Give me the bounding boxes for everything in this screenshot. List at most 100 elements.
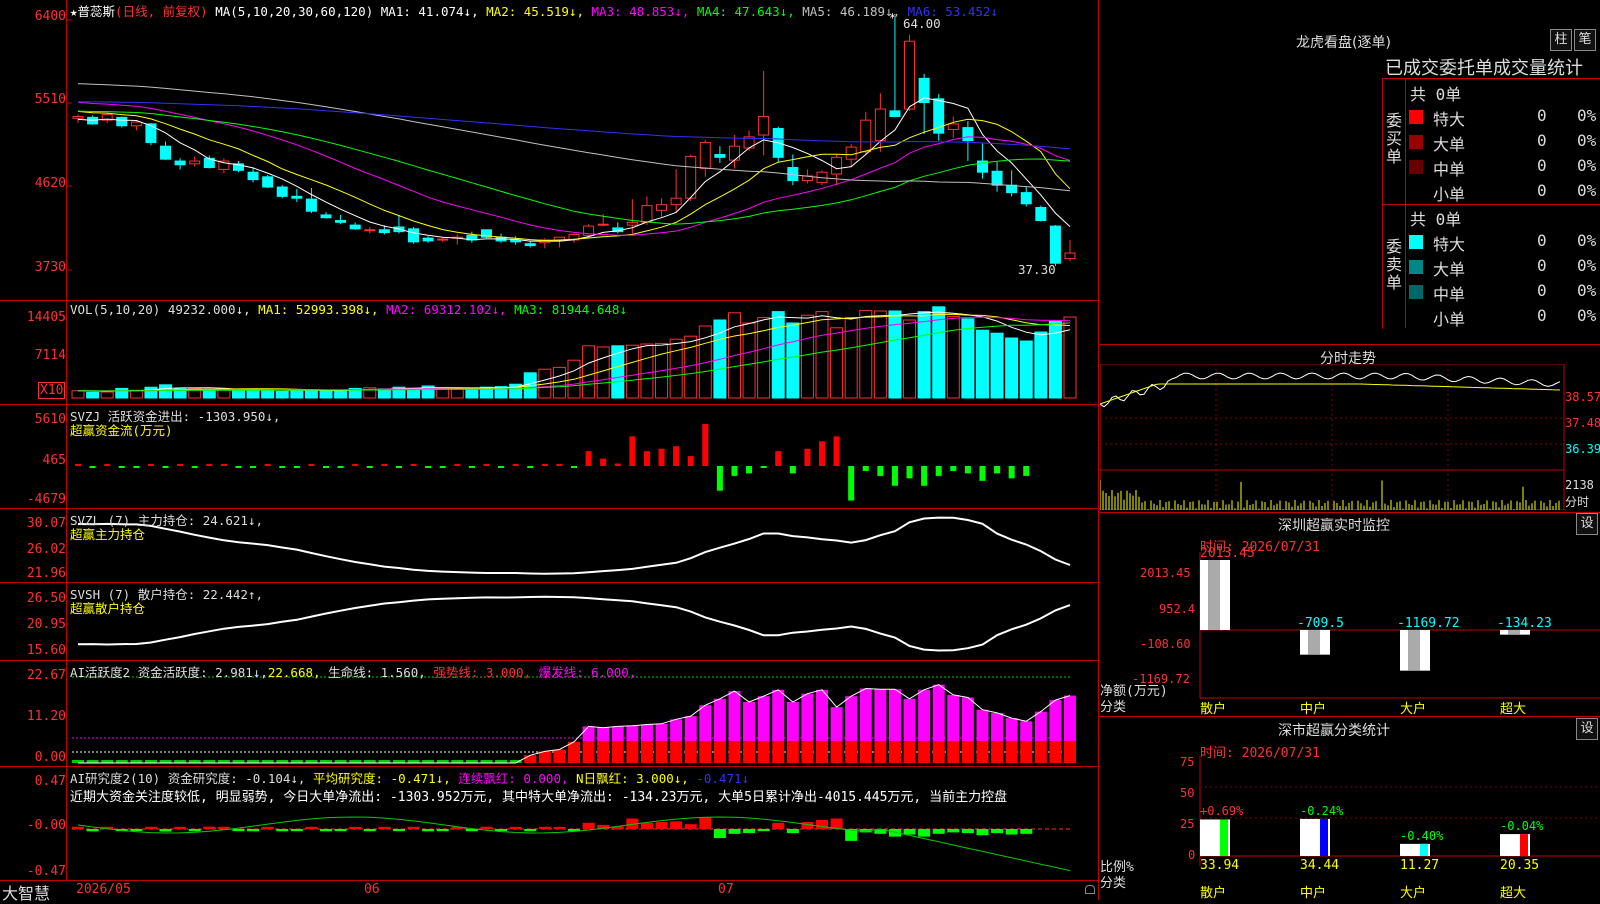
svzl-tick: 26.02 <box>26 542 66 557</box>
huoyue-bar <box>932 684 945 741</box>
svzj-bar <box>891 466 898 486</box>
volume-bar <box>786 322 800 399</box>
bar-mode-button[interactable]: 柱 <box>1550 29 1572 51</box>
sz-bar-value: -1169.72 <box>1397 616 1460 631</box>
yanjiu-bar <box>86 829 99 832</box>
fenshi-tick: 36.39 <box>1565 442 1600 456</box>
svzj-bar <box>323 466 329 468</box>
order-row-name: 小单 <box>1433 185 1466 204</box>
yanjiu-bar <box>261 826 274 829</box>
huoyue-bar <box>743 702 756 741</box>
svzj-bar <box>804 448 811 466</box>
volume-bar <box>917 311 931 399</box>
chart-canvas[interactable]: * <box>0 0 1100 880</box>
candle-body <box>904 40 916 110</box>
svzj-bar <box>439 466 446 468</box>
yanjiu-bar <box>553 826 566 829</box>
sz-settings-button[interactable]: 设 <box>1576 513 1598 535</box>
tick-mode-button[interactable]: 笔 <box>1574 29 1596 51</box>
date-label: 06 <box>364 882 380 897</box>
candle-body <box>174 160 186 166</box>
candle-body <box>728 145 740 161</box>
volume-bar <box>465 387 479 399</box>
volume-bar <box>975 329 989 399</box>
volume-bar <box>771 311 785 399</box>
yanjiu-bar <box>320 829 332 832</box>
order-row-name: 大单 <box>1433 135 1466 154</box>
yanjiu-bar <box>538 826 551 829</box>
huoyue-bar <box>640 724 653 741</box>
huoyue-bar <box>830 707 843 741</box>
yanjiu-bar <box>130 829 143 832</box>
period-label[interactable]: (日线, 前复权) <box>115 4 208 19</box>
yanjiu-bar <box>772 822 785 829</box>
yanjiu-bar <box>276 829 289 832</box>
svzj-bar <box>147 464 154 466</box>
main-chart-area[interactable]: * <box>0 0 1100 880</box>
huoyue-bar <box>801 693 814 741</box>
price-tick: 5510 <box>34 92 66 107</box>
yanjiu-bar <box>743 829 756 834</box>
sz-frame <box>1100 512 1600 513</box>
volume-bar <box>903 319 917 399</box>
svzj-bar <box>425 466 432 468</box>
huoyue-bar <box>888 689 901 741</box>
huoyue-header: AI活跃度2 资金活跃度: 2.981↓,22.668, 生命线: 1.560,… <box>70 662 636 681</box>
volume-bar <box>450 388 464 399</box>
candle-body <box>349 224 361 230</box>
yanjiu-bar <box>684 824 697 829</box>
fl-settings-button[interactable]: 设 <box>1576 718 1598 740</box>
yanjiu-header: AI研究度2(10) 资金研究度: -0.104↓, 平均研究度: -0.471… <box>70 768 749 787</box>
yanjiu-bar <box>713 829 726 839</box>
fl-bar-accent <box>1520 834 1528 856</box>
candle-body <box>145 123 157 143</box>
huoyue-bar <box>538 751 551 763</box>
svzj-bar <box>833 436 840 466</box>
vol-label: VOL(5,10,20) <box>70 302 161 317</box>
volume-bar <box>159 384 173 399</box>
price-tick: 3730 <box>34 260 66 275</box>
ma-line <box>77 101 1071 150</box>
ma5-value: MA5: 46.189↓, <box>802 4 901 19</box>
huoyue-bar <box>903 698 916 741</box>
color-swatch <box>1409 160 1423 174</box>
yanjiu-tick: 0.47 <box>34 774 66 789</box>
fl-title: 深市超赢分类统计 <box>1278 723 1390 739</box>
lock-icon[interactable] <box>1085 885 1095 894</box>
fenshi-chart[interactable] <box>1100 364 1600 510</box>
svsh-tick: 15.60 <box>26 643 66 658</box>
sz-bar <box>1300 630 1330 655</box>
huoyue-bar <box>582 726 595 741</box>
sz-tick: 2013.45 <box>1140 566 1191 580</box>
sz-bar-shade <box>1208 560 1220 630</box>
svzj-bar <box>979 466 986 481</box>
huoyue-bar <box>1034 741 1047 763</box>
svzj-bar <box>191 466 198 468</box>
huoyue-bar <box>1049 741 1062 763</box>
fl-category-label: 大户 <box>1400 886 1427 901</box>
order-box-col <box>1405 78 1406 328</box>
vol-ma1: MA1: 52993.398↓, <box>258 302 379 317</box>
volume-bar <box>86 391 100 399</box>
svzj-bar <box>468 466 475 468</box>
volume-bar <box>873 310 887 399</box>
svzj-bar <box>687 456 694 466</box>
candle-body <box>160 145 172 160</box>
vol-unit[interactable]: X10 <box>38 382 66 399</box>
volume-bar <box>625 344 639 399</box>
huoyue-v5: 爆发线: 6.000, <box>538 665 637 680</box>
volume-bar <box>144 386 158 399</box>
huoyue-bar <box>582 741 595 763</box>
sz-category-label: 大户 <box>1400 702 1427 717</box>
yanjiu-bar <box>349 826 362 829</box>
star-icon[interactable]: ★ <box>70 4 78 19</box>
sz-bar-shade <box>1308 630 1320 655</box>
volume-bar <box>990 332 1004 399</box>
huoyue-bar <box>626 741 639 763</box>
volume-bar <box>71 390 85 399</box>
order-row-pct: 0% <box>1577 181 1597 200</box>
candle-body <box>276 186 288 197</box>
order-title: 已成交委托单成交量统计 <box>1385 58 1583 79</box>
color-swatch <box>1409 260 1423 274</box>
sz-tick: 952.4 <box>1159 602 1196 616</box>
